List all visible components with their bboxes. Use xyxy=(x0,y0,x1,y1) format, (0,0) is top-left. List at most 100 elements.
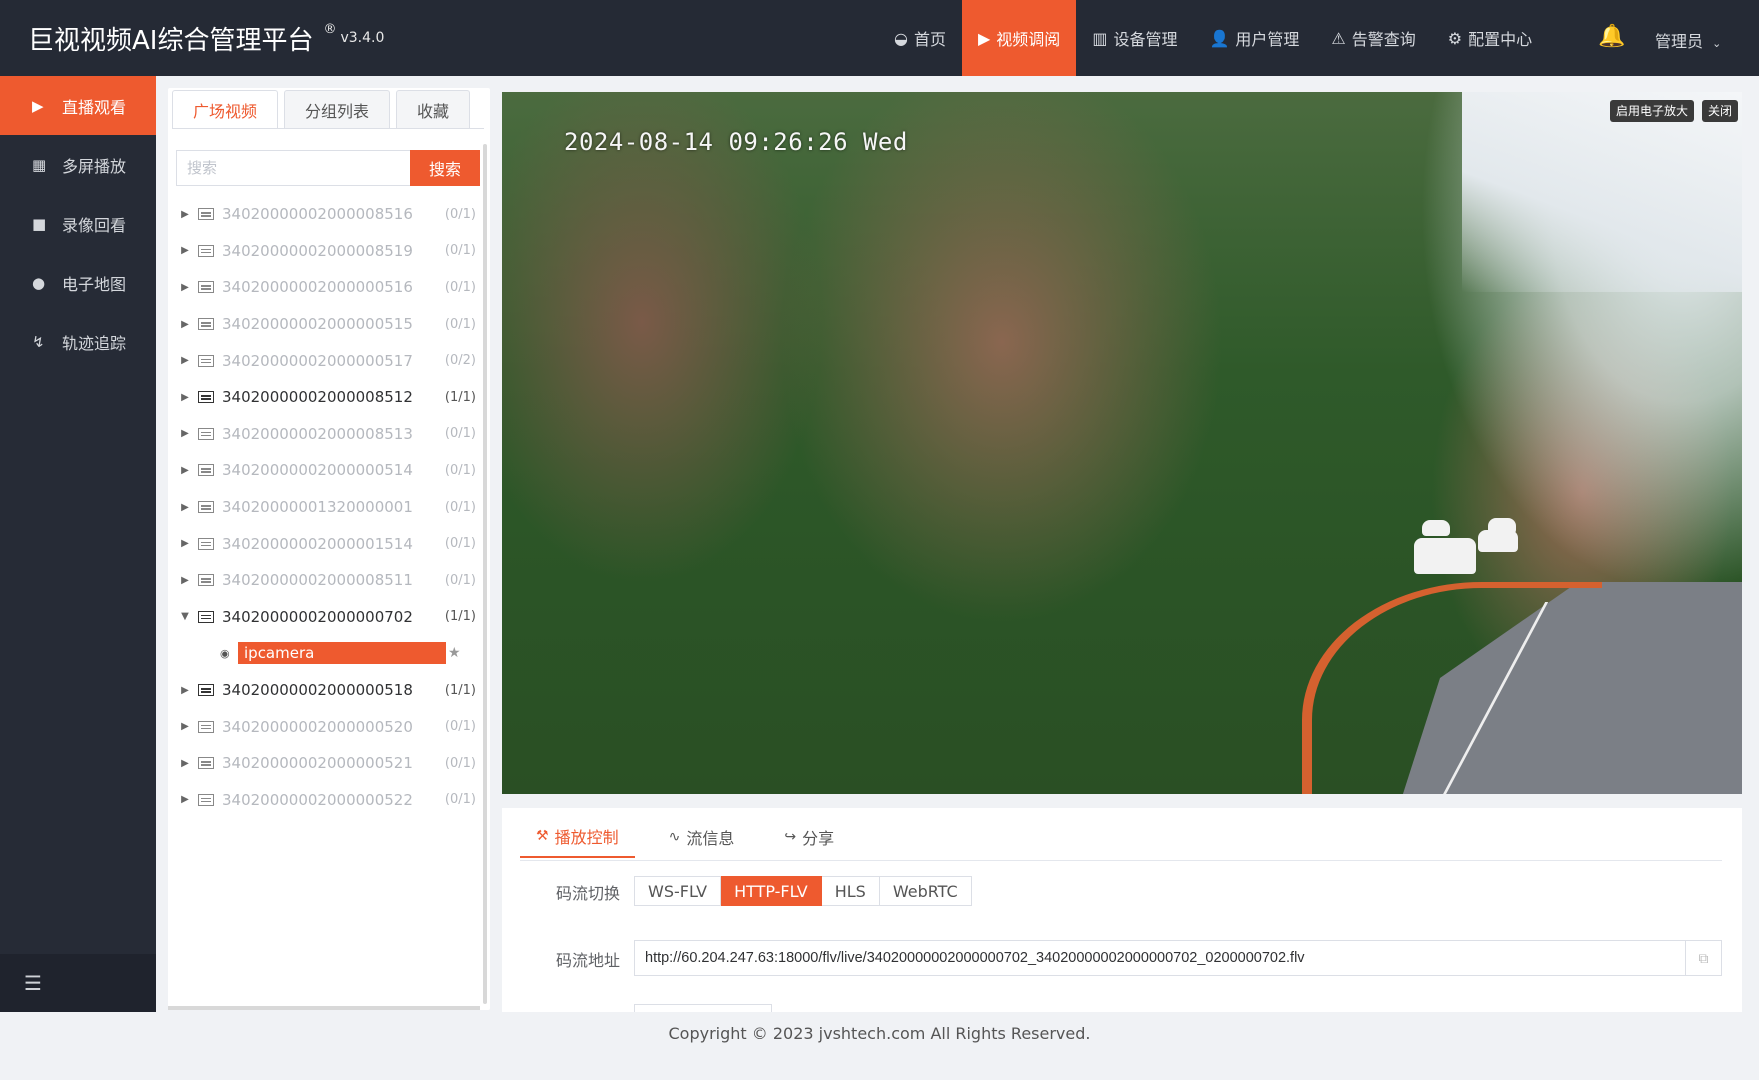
tree-node[interactable]: ▶ 34020000001320000001 (0/1) xyxy=(176,489,476,526)
tree-node[interactable]: ▶ 34020000002000001514 (0/1) xyxy=(176,525,476,562)
caret-right-icon[interactable]: ▶ xyxy=(176,428,194,439)
tree-tab-2[interactable]: 收藏 xyxy=(396,90,471,128)
tree-node[interactable]: ▶ 34020000002000000514 (0/1) xyxy=(176,452,476,489)
device-icon xyxy=(198,427,214,440)
control-tab-0[interactable]: ⚒ 播放控制 xyxy=(520,816,635,858)
topnav-item-0[interactable]: ◒ 首页 xyxy=(878,0,962,76)
caret-right-icon[interactable]: ▶ xyxy=(176,538,194,549)
caret-right-icon[interactable]: ▶ xyxy=(176,758,194,769)
copy-icon[interactable]: ⧉ xyxy=(1685,941,1721,975)
tree-node[interactable]: ▶ 34020000002000008511 (0/1) xyxy=(176,562,476,599)
grid-icon: ▦ xyxy=(32,155,47,174)
tree-node[interactable]: ▶ 34020000002000000515 (0/1) xyxy=(176,306,476,343)
device-icon xyxy=(198,354,214,367)
device-icon xyxy=(198,757,214,770)
tree-child-channel[interactable]: ◉ ipcamera ★ xyxy=(176,635,476,672)
stream-button-3[interactable]: WebRTC xyxy=(879,876,972,906)
caret-right-icon[interactable]: ▶ xyxy=(176,794,194,805)
next-field-peek xyxy=(634,1004,772,1012)
menu-collapse-icon[interactable]: ☰ xyxy=(0,954,156,1012)
tree-node[interactable]: ▶ 34020000002000000517 (0/2) xyxy=(176,342,476,379)
video-player[interactable]: 2024-08-14 09:26:26 Wed 启用电子放大 关闭 xyxy=(502,92,1742,794)
control-tab-2[interactable]: ↪ 分享 xyxy=(768,816,850,858)
vertical-scrollbar[interactable] xyxy=(483,144,487,1004)
map-pin-icon: ● xyxy=(32,273,46,292)
tree-node-count: (0/1) xyxy=(444,499,476,515)
tree-node-id: 34020000002000000521 xyxy=(222,754,413,773)
device-tree: ▶ 34020000002000008516 (0/1) ▶ 3402000000200… xyxy=(176,196,476,818)
caret-right-icon[interactable]: ▶ xyxy=(176,392,194,403)
star-icon[interactable]: ★ xyxy=(448,645,461,661)
topnav-item-3[interactable]: 👤 用户管理 xyxy=(1193,0,1315,76)
horizontal-scrollbar[interactable] xyxy=(168,1006,480,1010)
tree-node-id: 34020000002000008516 xyxy=(222,205,413,224)
user-menu[interactable]: 管理员 ⌄ xyxy=(1655,28,1721,52)
sidebar-item-0[interactable]: ▶ 直播观看 xyxy=(0,76,156,135)
tree-tab-1[interactable]: 分组列表 xyxy=(284,90,391,128)
gear-icon: ⚙ xyxy=(1447,28,1463,48)
tree-node-id: 34020000001320000001 xyxy=(222,498,413,517)
tree-node[interactable]: ▶ 34020000002000000522 (0/1) xyxy=(176,782,476,819)
close-video-button[interactable]: 关闭 xyxy=(1701,100,1738,122)
caret-right-icon[interactable]: ▶ xyxy=(176,721,194,732)
caret-right-icon[interactable]: ▶ xyxy=(176,282,194,293)
sidebar-item-4[interactable]: ↯ 轨迹追踪 xyxy=(0,312,156,371)
search-input[interactable] xyxy=(176,150,410,186)
caret-right-icon[interactable]: ▶ xyxy=(176,319,194,330)
tree-node[interactable]: ▶ 34020000002000000516 (0/1) xyxy=(176,269,476,306)
tree-node[interactable]: ▶ 34020000002000008519 (0/1) xyxy=(176,233,476,270)
tree-node-id: 34020000002000008519 xyxy=(222,241,413,260)
tree-node-count: (0/1) xyxy=(444,572,476,588)
tree-node-count: (0/1) xyxy=(444,206,476,222)
tree-node-id: 34020000002000000517 xyxy=(222,351,413,370)
stream-button-2[interactable]: HLS xyxy=(821,876,880,906)
topnav-item-5[interactable]: ⚙ 配置中心 xyxy=(1432,0,1548,76)
caret-right-icon[interactable]: ▶ xyxy=(176,575,194,586)
control-tab-1[interactable]: ∿ 流信息 xyxy=(653,816,751,858)
tree-node-id: 34020000002000000520 xyxy=(222,717,413,736)
topnav-item-1[interactable]: ▶ 视频调阅 xyxy=(961,0,1077,76)
bell-icon[interactable]: 🔔 xyxy=(1598,24,1625,49)
stream-button-1[interactable]: HTTP-FLV xyxy=(721,876,822,906)
user-name: 管理员 xyxy=(1655,32,1704,51)
device-icon xyxy=(198,464,214,477)
caret-right-icon[interactable]: ▶ xyxy=(176,685,194,696)
topnav-label: 用户管理 xyxy=(1235,30,1300,49)
tree-node[interactable]: ▶ 34020000002000008516 (0/1) xyxy=(176,196,476,233)
tree-node-count: (1/1) xyxy=(444,609,476,625)
topnav-label: 首页 xyxy=(913,30,946,49)
tree-node[interactable]: ▶ 34020000002000000521 (0/1) xyxy=(176,745,476,782)
play-circle-icon: ▶ xyxy=(977,28,991,48)
tree-node[interactable]: ▶ 34020000002000008513 (0/1) xyxy=(176,416,476,453)
caret-right-icon[interactable]: ▶ xyxy=(176,355,194,366)
stream-button-0[interactable]: WS-FLV xyxy=(634,876,722,906)
device-icon xyxy=(198,391,214,404)
caret-right-icon[interactable]: ▶ xyxy=(176,502,194,513)
caret-down-icon[interactable]: ▼ xyxy=(176,611,194,622)
topnav-item-4[interactable]: ⚠ 告警查询 xyxy=(1315,0,1431,76)
search-button[interactable]: 搜索 xyxy=(410,150,480,186)
control-tab-label: 分享 xyxy=(802,829,835,848)
tree-node[interactable]: ▶ 34020000002000008512 (1/1) xyxy=(176,379,476,416)
sidebar-item-1[interactable]: ▦ 多屏播放 xyxy=(0,135,156,194)
tree-tab-0[interactable]: 广场视频 xyxy=(172,90,279,128)
sidebar-item-3[interactable]: ● 电子地图 xyxy=(0,253,156,312)
tree-node[interactable]: ▼ 34020000002000000702 (1/1) xyxy=(176,599,476,636)
sidebar-item-2[interactable]: ■ 录像回看 xyxy=(0,194,156,253)
caret-right-icon[interactable]: ▶ xyxy=(176,245,194,256)
topnav-label: 配置中心 xyxy=(1468,30,1533,49)
video-camera-icon: ■ xyxy=(32,214,47,233)
tree-node-id: 34020000002000000516 xyxy=(222,278,413,297)
stream-switch-label: 码流切换 xyxy=(556,884,621,903)
tab-divider xyxy=(172,128,484,129)
track-icon: ↯ xyxy=(32,332,45,351)
caret-right-icon[interactable]: ▶ xyxy=(176,209,194,220)
topnav-item-2[interactable]: ▥ 设备管理 xyxy=(1076,0,1193,76)
app-title: 巨视视频AI综合管理平台 xyxy=(28,26,314,56)
tree-node[interactable]: ▶ 34020000002000000520 (0/1) xyxy=(176,708,476,745)
caret-right-icon[interactable]: ▶ xyxy=(176,465,194,476)
channel-label[interactable]: ipcamera xyxy=(238,642,446,665)
digital-zoom-button[interactable]: 启用电子放大 xyxy=(1609,100,1694,122)
tree-node[interactable]: ▶ 34020000002000000518 (1/1) xyxy=(176,672,476,709)
stream-url-field[interactable]: http://60.204.247.63:18000/flv/live/3402… xyxy=(634,940,1722,976)
